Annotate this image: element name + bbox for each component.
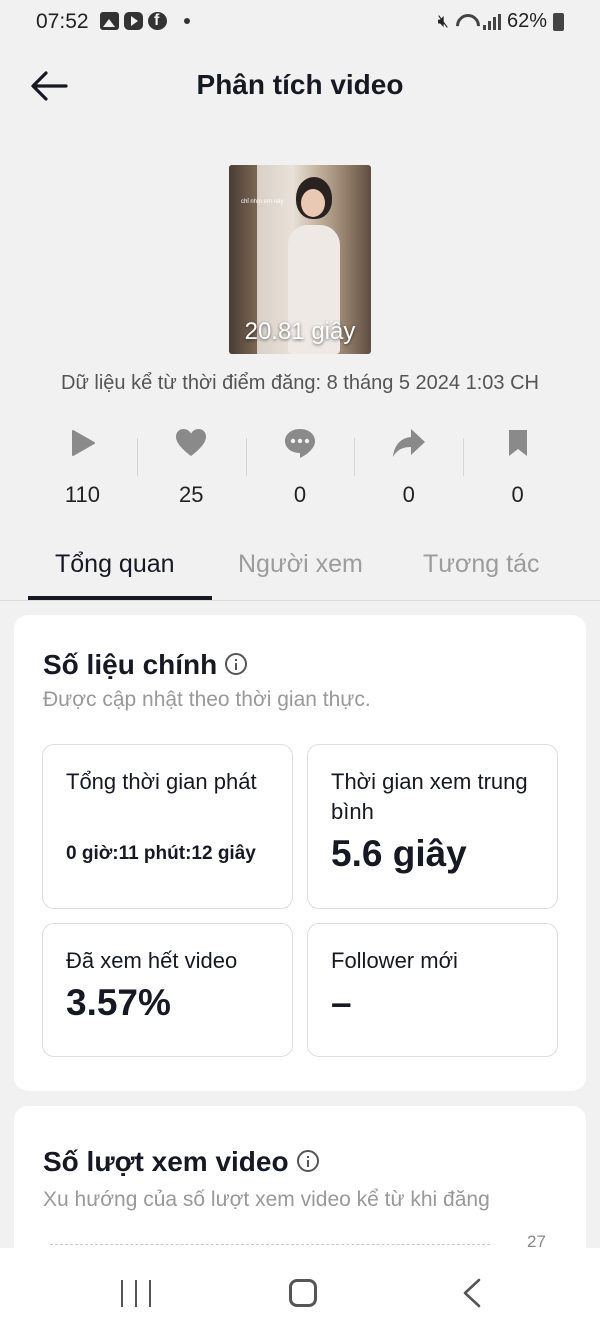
play-icon <box>72 430 96 456</box>
share-icon <box>392 429 425 457</box>
metric-value: 3.57% <box>66 982 171 1023</box>
stat-value: 0 <box>402 482 415 507</box>
tab-engagement[interactable]: Tương tác <box>423 550 540 579</box>
gallery-icon <box>100 12 119 30</box>
thumbnail-caption: chỉ nhìn em này <box>241 199 284 205</box>
video-thumbnail[interactable]: chỉ nhìn em này 20.81 giây <box>229 165 371 354</box>
metric-label: Tổng thời gian phát <box>66 769 257 794</box>
metric-label: Follower mới <box>331 948 458 973</box>
metric-average-watch-time[interactable]: Thời gian xem trung bình 5.6 giây <box>307 744 558 909</box>
metric-label: Đã xem hết video <box>66 948 238 973</box>
stat-value: 0 <box>293 482 307 507</box>
key-metrics-card: Số liệu chính Được cập nhật theo thời gi… <box>14 615 586 1091</box>
heart-icon <box>176 429 207 456</box>
tab-indicator <box>28 596 212 600</box>
analytics-tabs: Tổng quan Người xem Tương tác <box>0 540 600 601</box>
status-notification-icons <box>100 12 190 30</box>
mute-icon: 🔇︎ <box>437 11 449 31</box>
recents-icon[interactable] <box>121 1280 151 1307</box>
metric-watched-full-video[interactable]: Đã xem hết video 3.57% <box>42 923 293 1057</box>
video-views-title-text: Số lượt xem video <box>43 1146 289 1177</box>
comment-icon <box>284 429 315 458</box>
metric-total-play-time[interactable]: Tổng thời gian phát 0 giờ:11 phút:12 giâ… <box>42 744 293 909</box>
key-metrics-subtitle: Được cập nhật theo thời gian thực. <box>43 688 371 711</box>
status-system-icons: 🔇︎ 62% <box>438 10 564 33</box>
video-views-title: Số lượt xem video <box>43 1146 319 1178</box>
bookmark-icon <box>508 430 527 456</box>
metric-value: – <box>331 982 352 1023</box>
tab-viewers[interactable]: Người xem <box>238 550 363 579</box>
dot-icon <box>184 18 190 24</box>
stat-value: 25 <box>178 482 204 507</box>
stat-bookmarks: 0 <box>463 420 572 510</box>
metric-value: 0 giờ:11 phút:12 giây <box>66 843 256 864</box>
stat-value: 0 <box>511 482 524 507</box>
stat-value: 110 <box>64 482 100 507</box>
youtube-icon <box>124 12 143 30</box>
info-icon[interactable] <box>296 1149 319 1172</box>
stat-likes: 25 <box>136 420 246 510</box>
key-metrics-title: Số liệu chính <box>43 649 248 681</box>
tab-overview[interactable]: Tổng quan <box>55 550 175 579</box>
video-duration: 20.81 giây <box>244 318 356 345</box>
metric-value: 5.6 giây <box>331 833 467 874</box>
status-bar: 07:52 🔇︎ 62% <box>0 0 600 44</box>
home-icon[interactable] <box>289 1279 317 1307</box>
page-title: Phân tích video <box>196 69 404 100</box>
wifi-icon <box>455 14 477 30</box>
video-views-subtitle: Xu hướng của số lượt xem video kể từ khi… <box>43 1188 490 1211</box>
info-icon[interactable] <box>225 652 248 675</box>
signal-icon <box>482 13 501 30</box>
header: Phân tích video <box>0 56 600 116</box>
system-nav-bar <box>0 1248 600 1333</box>
chart-gridline <box>50 1244 490 1245</box>
battery-icon <box>553 12 564 31</box>
back-icon[interactable] <box>461 1278 483 1308</box>
metric-new-followers[interactable]: Follower mới – <box>307 923 558 1057</box>
engagement-stats: 110 25 0 0 0 <box>28 420 572 510</box>
battery-percent: 62% <box>506 10 547 32</box>
stat-views: 110 <box>28 420 137 510</box>
facebook-icon <box>148 12 167 30</box>
status-time: 07:52 <box>36 10 89 33</box>
metric-label: Thời gian xem trung bình <box>331 769 528 824</box>
stat-comments: 0 <box>245 420 355 510</box>
key-metrics-title-text: Số liệu chính <box>43 649 218 680</box>
stat-shares: 0 <box>354 420 463 510</box>
posted-info: Dữ liệu kể từ thời điểm đăng: 8 tháng 5 … <box>61 372 539 394</box>
